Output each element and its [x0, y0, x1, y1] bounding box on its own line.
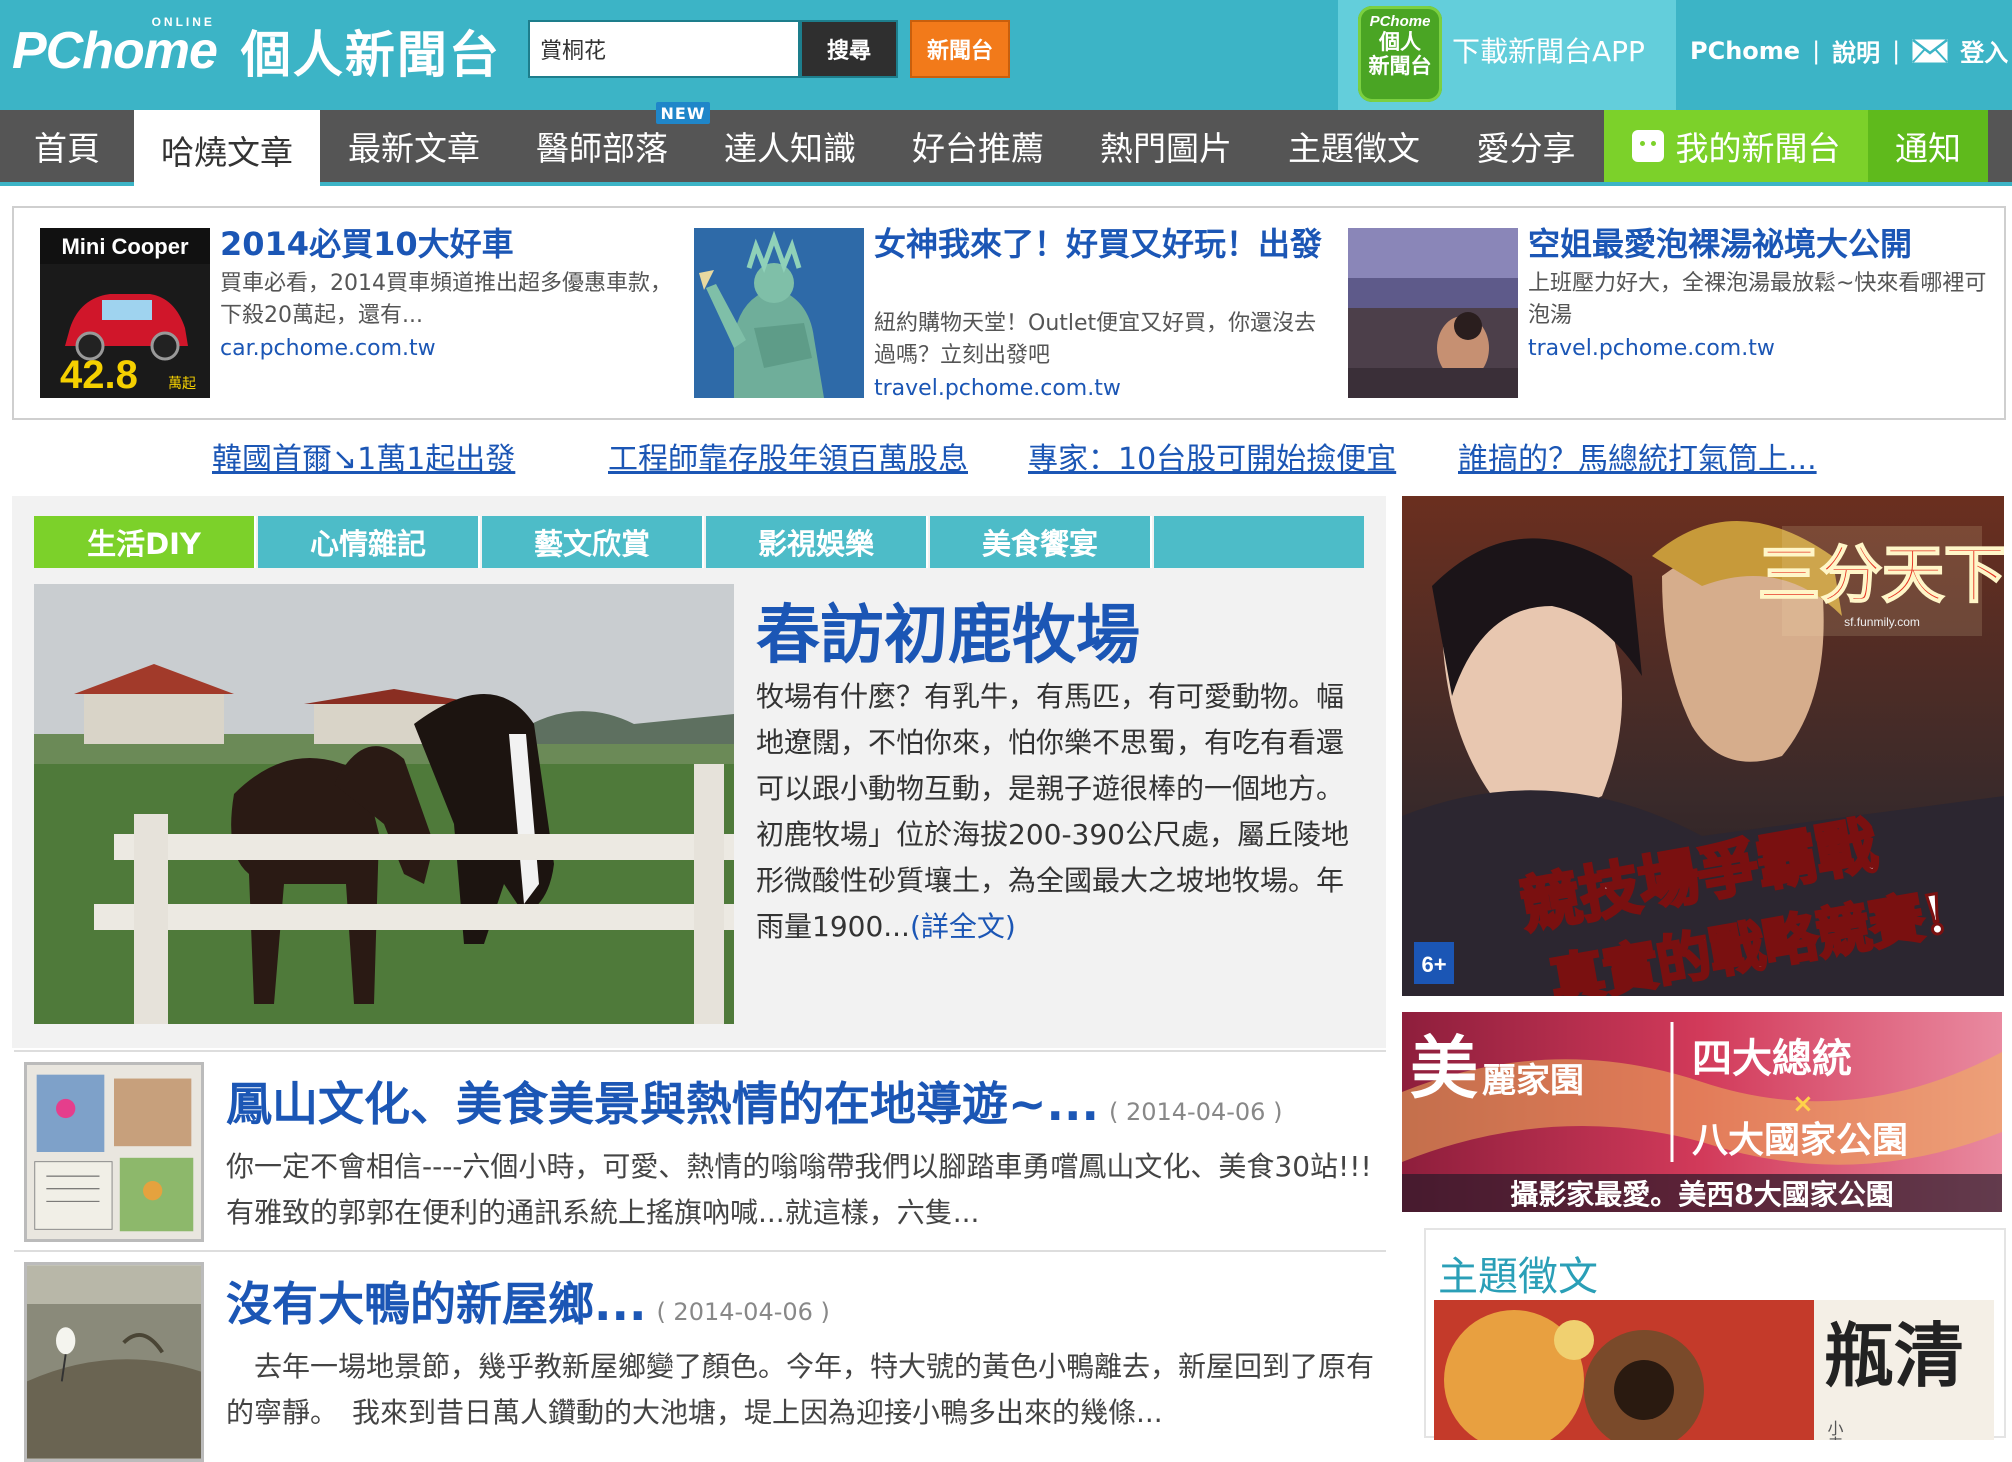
article-title[interactable]: 沒有大鴨的新屋鄉... ( 2014-04-06 ) [226, 1268, 830, 1334]
article-title-text: 鳳山文化、美食美景與熱情的在地導遊~... [226, 1077, 1099, 1131]
nav-notifications[interactable]: 通知 [1868, 110, 1988, 182]
ad-newyork[interactable]: 女神我來了！好買又好玩！出發 紐約購物天堂！Outlet便宜又好買，你還沒去過嗎… [694, 225, 1334, 408]
ad-description: 買車必看，2014買車頻道推出超多優惠車款，下殺20萬起，還有... [220, 271, 672, 328]
article-thumbnail[interactable] [24, 1062, 204, 1242]
help-link[interactable]: 說明 [1832, 33, 1880, 68]
travel-ad-banner[interactable]: 美 麗家園 四大總統 × 八大國家公園 攝影家最愛。美西8大國家公園 [1402, 1012, 2002, 1212]
nav-expert-knowledge[interactable]: 達人知識 [696, 110, 884, 182]
headline-link[interactable]: 韓國首爾↘1萬1起出發 [212, 434, 515, 478]
login-link[interactable]: 登入 [1960, 33, 2008, 68]
ad-url[interactable]: travel.pchome.com.tw [874, 376, 1121, 401]
ad-strip: Mini Cooper 42.8 萬起 2014必買10大好車 買車必看，201… [12, 206, 2006, 420]
face-icon [1631, 130, 1664, 162]
nav-latest-articles[interactable]: 最新文章 [320, 110, 508, 182]
article-thumbnail[interactable] [24, 1262, 204, 1462]
travel-brand-2: 麗家園 [1482, 1061, 1584, 1101]
nav-my-newsroom[interactable]: 我的新聞台 [1604, 110, 1868, 182]
tab-mood-notes[interactable]: 心情雜記 [258, 516, 480, 568]
newsroom-app-icon[interactable]: PChome 個人 新聞台 [1358, 6, 1442, 102]
game-title: 三分天下 [1758, 538, 2004, 611]
newsroom-button[interactable]: 新聞台 [910, 20, 1010, 78]
nav-theme-contest[interactable]: 主題徵文 [1260, 110, 1448, 182]
feature-title[interactable]: 春訪初鹿牧場 [756, 584, 1140, 676]
hotspring-ad-image [1348, 228, 1518, 398]
ad-title[interactable]: 空姐最愛泡裸湯祕境大公開 [1528, 224, 1998, 264]
headline-link[interactable]: 工程師靠存股年領百萬股息 [608, 434, 968, 478]
car-ad-price: 42.8 [60, 353, 138, 397]
feature-summary: 牧場有什麼？有乳牛，有馬匹，有可愛動物。幅地遼闊，不怕你來，怕你樂不思蜀，有吃有… [756, 674, 1356, 950]
article-excerpt: 去年一場地景節，幾乎教新屋鄉變了顏色。今年，特大號的黃色小鴨離去，新屋回到了原有… [226, 1350, 1375, 1429]
top-links: PChome | 說明 | 登入 [1690, 33, 2008, 68]
article-title[interactable]: 鳳山文化、美食美景與熱情的在地導遊~... ( 2014-04-06 ) [226, 1068, 1282, 1134]
travel-brand-1: 美 [1410, 1029, 1478, 1109]
article-item: 沒有大鴨的新屋鄉... ( 2014-04-06 ) 去年一場地景節，幾乎教新屋鄉… [14, 1250, 1386, 1462]
theme-contest-title[interactable]: 主題徵文 [1438, 1244, 1598, 1302]
site-title: 個人新聞台 [240, 25, 501, 84]
read-more-link[interactable]: (詳全文) [910, 910, 1016, 943]
site-logo[interactable]: PChome ONLINE 個人新聞台 [12, 15, 501, 86]
ad-url[interactable]: car.pchome.com.tw [220, 336, 436, 361]
article-date: ( 2014-04-06 ) [1108, 1098, 1283, 1126]
headline-link[interactable]: 誰搞的？馬總統打氣筒上... [1458, 434, 1817, 478]
tab-life-diy[interactable]: 生活DIY [34, 516, 256, 568]
main-nav: 首頁 哈燒文章 最新文章 醫師部落 達人知識 好台推薦 熱門圖片 主題徵文 愛分… [0, 110, 2012, 190]
theme-contest-image[interactable]: 瓶清 小寺宮 [1434, 1300, 1994, 1440]
pchome-link[interactable]: PChome [1690, 37, 1800, 65]
search-button[interactable]: 搜尋 [800, 20, 898, 78]
headline-link[interactable]: 專家：10台股可開始撿便宜 [1028, 434, 1396, 478]
travel-line-1: 四大總統 [1692, 1035, 1852, 1082]
theme-book-title: 瓶清 [1824, 1314, 1964, 1397]
ad-description: 上班壓力好大，全裸泡湯最放鬆~快來看哪裡可泡湯 [1528, 271, 1987, 328]
game-rating: 6+ [1421, 952, 1446, 977]
game-ad-banner[interactable]: 三分天下 sf.funmily.com 競技場爭霸戰 真實的戰略競賽! 6+ [1402, 496, 2004, 996]
nav-popular-images[interactable]: 熱門圖片 [1072, 110, 1260, 182]
ad-hotspring[interactable]: 空姐最愛泡裸湯祕境大公開 上班壓力好大，全裸泡湯最放鬆~快來看哪裡可泡湯 tra… [1348, 225, 1988, 408]
pchome-logo: PChome ONLINE [12, 15, 218, 80]
car-ad-image: Mini Cooper 42.8 萬起 [40, 228, 210, 398]
feature-summary-text: 牧場有什麼？有乳牛，有馬匹，有可愛動物。幅地遼闊，不怕你來，怕你樂不思蜀，有吃有… [756, 680, 1349, 943]
ad-description: 紐約購物天堂！Outlet便宜又好買，你還沒去過嗎？立刻出發吧 [874, 311, 1317, 368]
separator: | [1812, 36, 1821, 65]
app-download-link[interactable]: 下載新聞台APP [1452, 30, 1645, 70]
feature-horses-image[interactable] [34, 584, 734, 1024]
article-excerpt: 你一定不會相信----六個小時，可愛、熱情的嗡嗡帶我們以腳踏車勇嚐鳳山文化、美食… [226, 1150, 1372, 1229]
article-item: 鳳山文化、美食美景與熱情的在地導遊~... ( 2014-04-06 ) 你一定不… [14, 1050, 1386, 1248]
tab-bar-filler [1154, 516, 1364, 568]
search-input[interactable] [528, 20, 800, 78]
travel-line-2: 八大國家公園 [1692, 1119, 1908, 1161]
article-title-text: 沒有大鴨的新屋鄉... [226, 1277, 647, 1331]
ad-title[interactable]: 2014必買10大好車 [220, 224, 514, 264]
game-site: sf.funmily.com [1844, 615, 1920, 629]
tab-entertainment[interactable]: 影視娛樂 [706, 516, 928, 568]
nav-my-newsroom-label: 我的新聞台 [1675, 129, 1841, 168]
ad-url[interactable]: travel.pchome.com.tw [1528, 336, 1775, 361]
tab-arts[interactable]: 藝文欣賞 [482, 516, 704, 568]
article-date: ( 2014-04-06 ) [656, 1298, 830, 1326]
nav-recommended[interactable]: 好台推薦 [884, 110, 1072, 182]
nav-share[interactable]: 愛分享 [1448, 110, 1604, 182]
travel-bottom: 攝影家最愛。美西8大國家公園 [1510, 1178, 1893, 1211]
separator: | [1892, 36, 1901, 65]
car-ad-unit: 萬起 [168, 376, 196, 392]
nav-hot-articles[interactable]: 哈燒文章 [134, 110, 320, 190]
car-ad-label: Mini Cooper [61, 234, 189, 259]
mail-icon[interactable] [1912, 38, 1949, 63]
ad-car[interactable]: Mini Cooper 42.8 萬起 2014必買10大好車 買車必看，201… [40, 225, 680, 408]
tab-food[interactable]: 美食饗宴 [930, 516, 1152, 568]
theme-contest-box: 主題徵文 瓶清 小寺宮 [1424, 1228, 2006, 1440]
nav-home[interactable]: 首頁 [0, 110, 134, 182]
ad-title[interactable]: 女神我來了！好買又好玩！出發 [874, 224, 1334, 264]
theme-book-author: 小寺宮 [1825, 1420, 1844, 1440]
statue-of-liberty-image [694, 228, 864, 398]
new-badge: NEW [656, 102, 710, 124]
site-header: PChomeONLINE 個人新聞台 搜尋 新聞台 PChome 個人 新聞台 … [0, 0, 2012, 110]
travel-x: × [1792, 1089, 1814, 1119]
